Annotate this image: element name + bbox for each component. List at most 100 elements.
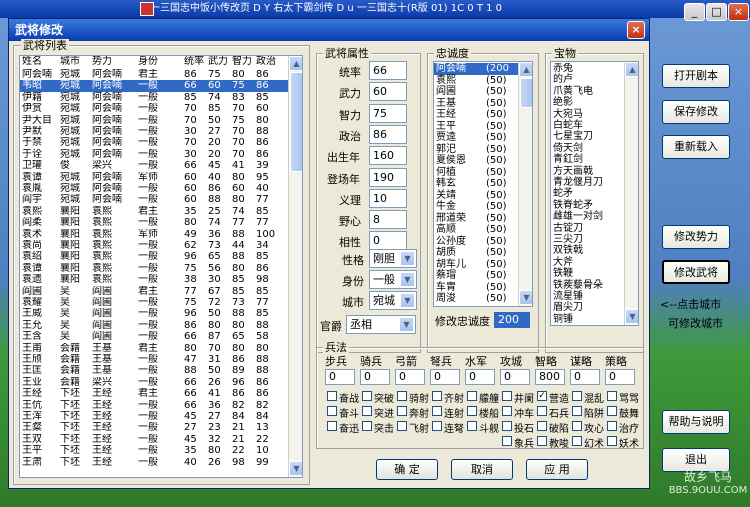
skill-checkbox[interactable] [362,391,372,401]
attr-input[interactable]: 75 [369,103,407,123]
loyalty-scrollbar[interactable]: ▲ ▼ [518,62,532,306]
table-row[interactable]: 王双 下坯 王经 一般 45 32 21 22 [20,434,288,445]
table-row[interactable]: 阿会喃 宛城 阿会喃 君主 86 75 80 86 [20,69,288,80]
scroll-up-icon[interactable]: ▲ [625,62,638,77]
column-header[interactable]: 城市 [60,56,92,68]
treasure-item[interactable]: 大宛马 [551,109,624,121]
treasure-item[interactable]: 铜锤 [551,314,624,325]
treasure-item[interactable]: 倚天剑 [551,143,624,155]
skill-checkbox[interactable]: ✓ [537,391,547,401]
attr-input[interactable]: 160 [369,146,407,166]
troop-input[interactable]: 0 [570,369,600,385]
dialog-close-button[interactable]: × [627,21,645,39]
loyalty-item[interactable]: 周浚 (50) [434,293,518,305]
loyalty-item[interactable]: 车胄 (50) [434,282,518,294]
table-row[interactable]: 王威 吴 阎圃 一般 96 50 88 85 [20,308,288,319]
column-header[interactable]: 政治 [256,56,286,68]
treasure-item[interactable]: 方天画戟 [551,166,624,178]
table-row[interactable]: 尹大目 宛城 阿会喃 一般 70 50 75 80 [20,115,288,126]
skill-checkbox[interactable] [432,391,442,401]
table-body[interactable]: 阿会喃 宛城 阿会喃 君主 86 75 80 86 韦昭 宛城 阿会喃 一般 66 60 75 86 伊籍 宛城阿… [20,69,288,477]
table-row[interactable]: 王浑 下坯 王经 一般 45 27 84 84 [20,411,288,422]
table-row[interactable]: 王伉 下坯 王经 一般 66 36 82 82 [20,400,288,411]
table-row[interactable]: 王平 下坯 王经 一般 35 80 22 10 [20,445,288,456]
treasure-item[interactable]: 赤兔 [551,63,624,75]
skill-checkbox[interactable] [537,421,547,431]
loyalty-item[interactable]: 夏侯恩 (50) [434,155,518,167]
table-row[interactable]: 袁绍 襄阳 袁熙 一般 96 65 88 85 [20,251,288,262]
table-row[interactable]: 王业 会籍 梁兴 一般 66 26 96 86 [20,377,288,388]
chevron-down-icon[interactable]: ▼ [400,272,415,287]
ok-button[interactable]: 确 定 [376,459,438,480]
skill-checkbox[interactable] [397,391,407,401]
treasure-items[interactable]: 赤兔 的卢 爪黄飞电 绝影 大宛马 白蛇车 七星宝刀 倚天剑 青釭剑 方天画戟 青龙偃月刀 蛇矛 铁脊蛇… [551,63,624,325]
title-select[interactable]: 丞相 ▼ [346,315,416,334]
rank-select[interactable]: 一般 ▼ [369,270,417,289]
edit-loyalty-input[interactable]: 200 [494,312,530,328]
apply-button[interactable]: 应 用 [526,459,588,480]
table-row[interactable]: 阎圃 吴 阎圃 君主 77 67 85 85 [20,286,288,297]
chevron-down-icon[interactable]: ▼ [399,317,414,332]
treasure-item[interactable]: 大斧 [551,257,624,269]
loyalty-item[interactable]: 高顺 (50) [434,224,518,236]
treasure-item[interactable]: 眉尖刀 [551,302,624,314]
loyalty-item[interactable]: 蔡瑁 (50) [434,270,518,282]
scroll-up-icon[interactable]: ▲ [289,56,302,71]
treasure-item[interactable]: 雌雄一对剑 [551,211,624,223]
table-row[interactable]: 伊赏 宛城 阿会喃 一般 70 85 70 60 [20,103,288,114]
loyalty-item[interactable]: 贾逵 (50) [434,132,518,144]
table-row[interactable]: 袁术 襄阳 袁熙 军师 49 36 88 100 [20,229,288,240]
loyalty-item[interactable]: 牛金 (50) [434,201,518,213]
open-scenario-button[interactable]: 打开剧本 [662,64,730,88]
table-row[interactable]: 阎宇 宛城 阿会喃 一般 60 88 80 77 [20,194,288,205]
skill-checkbox[interactable] [607,421,617,431]
table-row[interactable]: 阎柔 襄阳 袁熙 一般 80 74 77 77 [20,217,288,228]
skill-checkbox[interactable] [397,406,407,416]
chevron-down-icon[interactable]: ▼ [400,293,415,308]
skill-checkbox[interactable] [467,421,477,431]
column-header[interactable]: 身份 [138,56,184,68]
modify-general-button[interactable]: 修改武将 [662,260,730,284]
attr-input[interactable]: 0 [369,231,407,251]
skill-checkbox[interactable] [537,406,547,416]
table-row[interactable]: 王肃 下坯 王经 一般 40 26 98 99 [20,457,288,468]
treasure-item[interactable]: 白蛇车 [551,120,624,132]
chevron-down-icon[interactable]: ▼ [400,251,415,266]
modify-force-button[interactable]: 修改势力 [662,225,730,249]
list-scrollbar[interactable]: ▲ ▼ [288,56,302,477]
treasure-item[interactable]: 七星宝刀 [551,131,624,143]
troop-input[interactable]: 0 [395,369,425,385]
table-row[interactable]: 王甫 会籍 王基 君主 80 70 80 80 [20,343,288,354]
treasure-item[interactable]: 爪黄飞电 [551,86,624,98]
table-row[interactable]: 卫瓘 俊 梁兴 一般 66 45 41 39 [20,160,288,171]
attr-input[interactable]: 190 [369,167,407,187]
skill-checkbox[interactable] [502,421,512,431]
skill-checkbox[interactable] [467,391,477,401]
scroll-up-icon[interactable]: ▲ [519,62,532,77]
loyalty-item[interactable]: 关靖 (50) [434,190,518,202]
loyalty-item[interactable]: 阿会喃 (200 [434,63,518,75]
skill-checkbox[interactable] [432,421,442,431]
skill-checkbox[interactable] [607,436,617,446]
skill-checkbox[interactable] [537,436,547,446]
skill-checkbox[interactable] [607,391,617,401]
treasure-item[interactable]: 流星锤 [551,291,624,303]
skill-checkbox[interactable] [327,421,337,431]
treasure-scrollbar[interactable]: ▲ ▼ [624,62,638,325]
column-header[interactable]: 武力 [208,56,232,68]
loyalty-item[interactable]: 韩玄 (50) [434,178,518,190]
scroll-down-icon[interactable]: ▼ [625,309,638,324]
close-background-button[interactable]: × [728,3,749,21]
cancel-button[interactable]: 取消 [451,459,513,480]
table-row[interactable]: 伊籍 宛城 阿会喃 一般 85 74 83 85 [20,92,288,103]
troop-input[interactable]: 0 [605,369,635,385]
skill-checkbox[interactable] [572,406,582,416]
column-header[interactable]: 智力 [232,56,256,68]
treasure-item[interactable]: 绝影 [551,97,624,109]
skill-checkbox[interactable] [397,421,407,431]
city-select[interactable]: 宛城 ▼ [369,291,417,310]
attr-input[interactable]: 10 [369,188,407,208]
attr-input[interactable]: 86 [369,124,407,144]
table-row[interactable]: 王匡 会籍 王基 一般 88 50 89 88 [20,365,288,376]
personality-select[interactable]: 刚胆 ▼ [369,249,417,268]
